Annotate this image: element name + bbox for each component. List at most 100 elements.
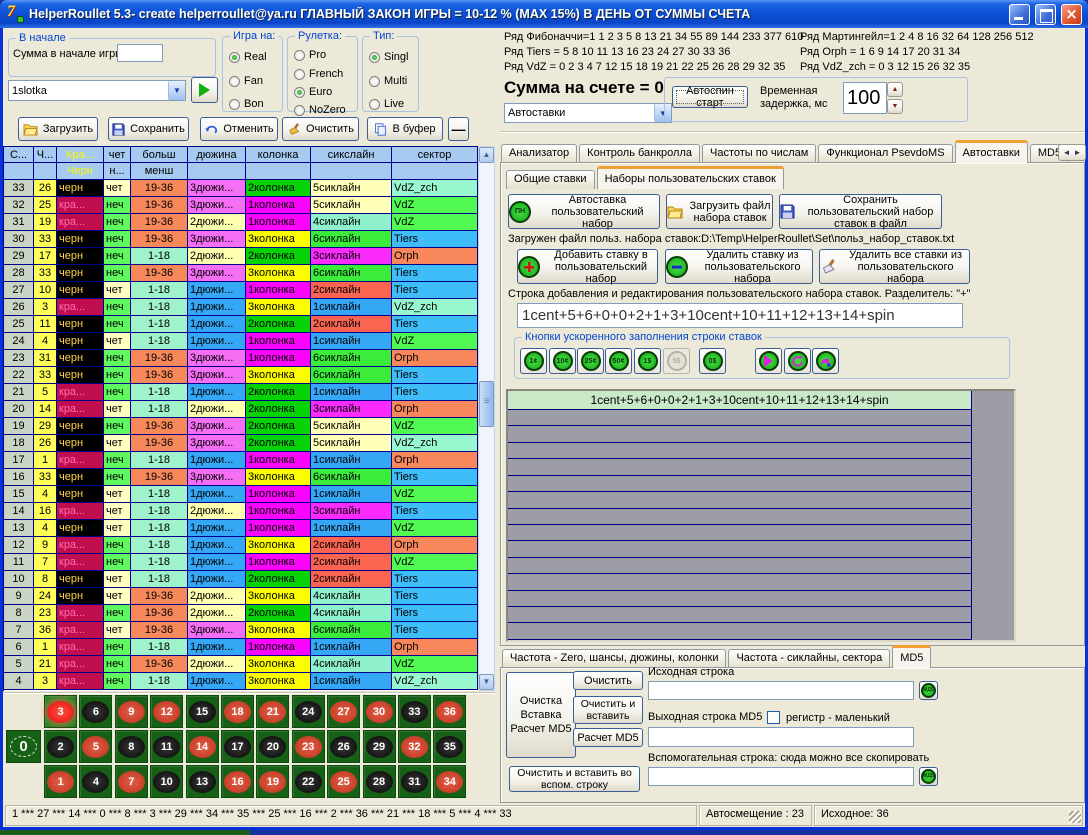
column-header[interactable]: Черн [57, 163, 104, 180]
board-number-29[interactable]: 29 [363, 730, 396, 763]
start-amount-input[interactable] [117, 44, 163, 62]
table-row[interactable]: 263кра...неч1-181дюжи...3колонка1сиклайн… [4, 299, 478, 316]
delay-value-field[interactable]: 100 [843, 82, 887, 114]
clear-paste-aux-button[interactable]: Очистить и вставить во вспом. строку [509, 766, 640, 792]
column-header[interactable]: чет [104, 146, 131, 163]
tab-контроль-банкролла[interactable]: Контроль банкролла [579, 144, 700, 163]
slot-combo[interactable]: 1slotka ▼ [8, 80, 186, 101]
to-buffer-button[interactable]: В буфер [367, 117, 443, 141]
quick-bet-25¢[interactable]: 25¢ [577, 348, 604, 374]
close-button[interactable]: × [1061, 4, 1082, 25]
board-number-22[interactable]: 22 [292, 765, 325, 798]
board-number-1[interactable]: 1 [44, 765, 77, 798]
tab-частоты-по-числам[interactable]: Частоты по числам [702, 144, 816, 163]
table-row[interactable]: 117кра...неч1-181дюжи...1колонка2сиклайн… [4, 554, 478, 571]
radio-singl[interactable]: Singl [369, 51, 408, 63]
quick-bet-1¢[interactable]: 1¢ [520, 348, 547, 374]
bet-list-row[interactable] [508, 492, 971, 508]
tab-наборы-пользовательских-ставок[interactable]: Наборы пользовательских ставок [597, 166, 784, 189]
board-number-13[interactable]: 13 [186, 765, 219, 798]
table-row[interactable]: 61кра...неч1-181дюжи...1колонка1сиклайнO… [4, 639, 478, 656]
bet-list-row[interactable] [508, 574, 971, 590]
autospin-start-button[interactable]: Автоспин старт [672, 86, 748, 108]
table-row[interactable]: 134чернчет1-181дюжи...1колонка1сиклайнVd… [4, 520, 478, 537]
board-number-15[interactable]: 15 [186, 695, 219, 728]
board-number-6[interactable]: 6 [79, 695, 112, 728]
board-number-32[interactable]: 32 [398, 730, 431, 763]
board-number-27[interactable]: 27 [327, 695, 360, 728]
table-row[interactable]: 154чернчет1-181дюжи...1колонка1сиклайнVd… [4, 486, 478, 503]
table-row[interactable]: 2233черннеч19-363дюжи...3колонка6сиклайн… [4, 367, 478, 384]
quick-bet-50¢[interactable]: 50¢ [605, 348, 632, 374]
scroll-down-icon[interactable]: ▼ [479, 674, 494, 690]
table-row[interactable]: 108чернчет1-181дюжи...2колонка2сиклайнTi… [4, 571, 478, 588]
board-number-25[interactable]: 25 [327, 765, 360, 798]
bet-list-row[interactable] [508, 558, 971, 574]
chevron-down-icon[interactable]: ▼ [168, 81, 185, 100]
table-row[interactable]: 129кра...неч1-181дюжи...3колонка2сиклайн… [4, 537, 478, 554]
maximize-button[interactable] [1035, 4, 1056, 25]
board-number-21[interactable]: 21 [256, 695, 289, 728]
board-number-0[interactable]: 0 [6, 730, 41, 763]
output-string-input[interactable] [648, 727, 914, 747]
clear-button[interactable]: Очистить [282, 117, 359, 141]
board-number-26[interactable]: 26 [327, 730, 360, 763]
tab-общие-ставки[interactable]: Общие ставки [506, 170, 595, 189]
bet-list-row[interactable] [508, 459, 971, 475]
column-header[interactable] [246, 163, 311, 180]
md5-clear-paste-button[interactable]: Очистить и вставить [573, 696, 643, 724]
board-number-30[interactable]: 30 [363, 695, 396, 728]
md5-clear-button[interactable]: Очистить [573, 671, 643, 690]
board-number-36[interactable]: 36 [433, 695, 466, 728]
md5-run-aux-button[interactable]: МД5 [919, 767, 938, 786]
board-number-9[interactable]: 9 [115, 695, 148, 728]
column-header[interactable]: Кра... [57, 146, 104, 163]
table-row[interactable]: 215кра...неч1-181дюжи...2колонка1сиклайн… [4, 384, 478, 401]
load-set-file-button[interactable]: Загрузить файл набора ставок [666, 194, 773, 229]
board-number-16[interactable]: 16 [221, 765, 254, 798]
quick-bet-10¢[interactable]: 10¢ [549, 348, 576, 374]
quick-play-button[interactable] [755, 348, 782, 374]
board-number-3[interactable]: 3 [44, 695, 77, 728]
column-header[interactable]: колонка [246, 146, 311, 163]
table-row[interactable]: 736кра...чет19-363дюжи...3колонка6сиклай… [4, 622, 478, 639]
quick-spin-button[interactable] [812, 348, 839, 374]
bet-list-row[interactable] [508, 591, 971, 607]
tab-частота-сиклайны-сектора[interactable]: Частота - сиклайны, сектора [728, 649, 890, 668]
history-scrollbar[interactable]: ▲ ▼ [478, 146, 495, 691]
scroll-track[interactable] [479, 163, 494, 674]
column-header[interactable] [311, 163, 392, 180]
board-number-5[interactable]: 5 [79, 730, 112, 763]
bet-list-row[interactable] [508, 426, 971, 442]
table-row[interactable]: 1633черннеч19-363дюжи...3колонка6сиклайн… [4, 469, 478, 486]
tab-анализатор[interactable]: Анализатор [501, 144, 577, 163]
table-row[interactable]: 244чернчет1-181дюжи...1колонка1сиклайнVd… [4, 333, 478, 350]
table-row[interactable]: 1929черннеч19-363дюжи...2колонка5сиклайн… [4, 418, 478, 435]
board-number-35[interactable]: 35 [433, 730, 466, 763]
board-number-17[interactable]: 17 [221, 730, 254, 763]
bet-list-row[interactable] [508, 476, 971, 492]
arrow-left-icon[interactable]: ◄ [1063, 147, 1071, 159]
collapse-button[interactable]: — [448, 117, 469, 141]
table-row[interactable]: 2917черннеч1-182дюжи...2колонка3сиклайнO… [4, 248, 478, 265]
column-header[interactable]: н... [104, 163, 131, 180]
board-number-18[interactable]: 18 [221, 695, 254, 728]
board-number-28[interactable]: 28 [363, 765, 396, 798]
quick-bet-0$[interactable]: 0$ [699, 348, 726, 374]
board-number-34[interactable]: 34 [433, 765, 466, 798]
tab-scroll-buttons[interactable]: ◄► [1058, 144, 1086, 161]
bet-list-row[interactable] [508, 541, 971, 557]
bet-list-row[interactable] [508, 525, 971, 541]
spinner-down-icon[interactable]: ▼ [887, 99, 903, 114]
minimize-button[interactable] [1009, 4, 1030, 25]
table-row[interactable]: 1416кра...чет1-182дюжи...1колонка3сиклай… [4, 503, 478, 520]
board-number-33[interactable]: 33 [398, 695, 431, 728]
table-row[interactable]: 1826чернчет19-363дюжи...2колонка5сиклайн… [4, 435, 478, 452]
column-header[interactable] [392, 163, 478, 180]
board-number-11[interactable]: 11 [150, 730, 183, 763]
board-number-4[interactable]: 4 [79, 765, 112, 798]
radio-multi[interactable]: Multi [369, 75, 407, 87]
radio-french[interactable]: French [294, 68, 343, 80]
table-row[interactable]: 2710чернчет1-181дюжи...1колонка2сиклайнT… [4, 282, 478, 299]
undo-button[interactable]: Отменить [200, 117, 278, 141]
